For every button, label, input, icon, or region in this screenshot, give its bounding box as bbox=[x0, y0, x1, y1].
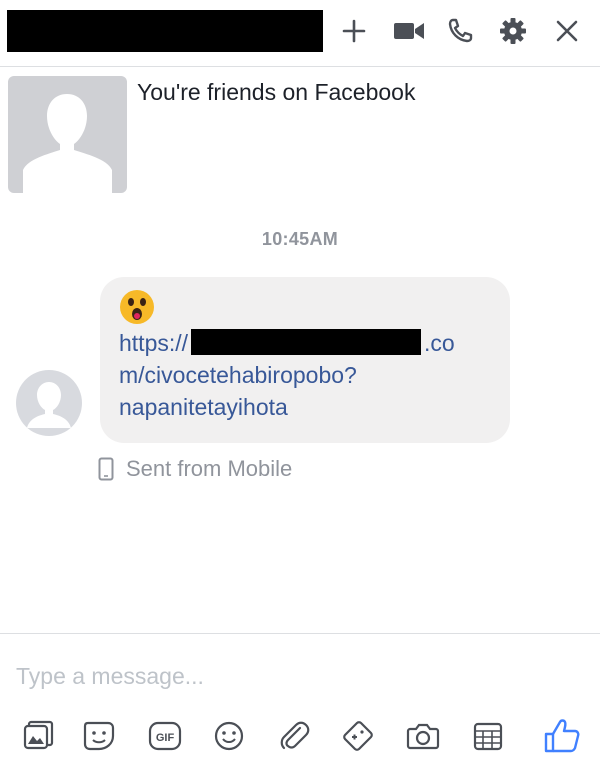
sticker-icon[interactable] bbox=[79, 716, 119, 756]
contact-profile-picture[interactable] bbox=[8, 76, 127, 193]
svg-text:GIF: GIF bbox=[156, 732, 175, 744]
gif-icon[interactable]: GIF bbox=[145, 716, 185, 756]
redacted-contact-name bbox=[7, 10, 323, 52]
thumbs-up-icon[interactable] bbox=[542, 716, 582, 756]
message-bubble: https://.co m/civocetehabiropobo? napani… bbox=[100, 277, 510, 443]
add-icon[interactable] bbox=[337, 14, 371, 48]
attachment-icon[interactable] bbox=[274, 716, 314, 756]
link-line-2: m/civocetehabiropobo? bbox=[119, 362, 357, 388]
link-line-1: https://.co bbox=[119, 329, 455, 356]
camera-icon[interactable] bbox=[403, 716, 443, 756]
sender-avatar[interactable] bbox=[16, 370, 82, 436]
redacted-url-domain bbox=[191, 329, 422, 355]
message-timestamp: 10:45AM bbox=[261, 229, 339, 249]
calendar-icon[interactable] bbox=[468, 716, 508, 756]
composer-divider bbox=[0, 633, 600, 634]
photo-icon[interactable] bbox=[18, 716, 58, 756]
message-link[interactable]: https://.co m/civocetehabiropobo? napani… bbox=[119, 327, 491, 423]
chat-header bbox=[0, 0, 600, 67]
emoji-icon[interactable] bbox=[209, 716, 249, 756]
sent-from-mobile-status: Sent from Mobile bbox=[98, 456, 292, 482]
close-icon[interactable] bbox=[550, 14, 584, 48]
link-line-3: napanitetayihota bbox=[119, 394, 288, 420]
sent-from-label: Sent from Mobile bbox=[126, 456, 293, 481]
video-call-icon[interactable] bbox=[392, 14, 426, 48]
message-input[interactable] bbox=[16, 658, 576, 694]
settings-gear-icon[interactable] bbox=[496, 14, 530, 48]
astonished-face-emoji bbox=[119, 289, 155, 325]
friends-notice: You're friends on Facebook bbox=[137, 79, 416, 105]
phone-call-icon[interactable] bbox=[443, 14, 477, 48]
mobile-phone-icon bbox=[98, 457, 114, 481]
game-controller-icon[interactable] bbox=[338, 716, 378, 756]
